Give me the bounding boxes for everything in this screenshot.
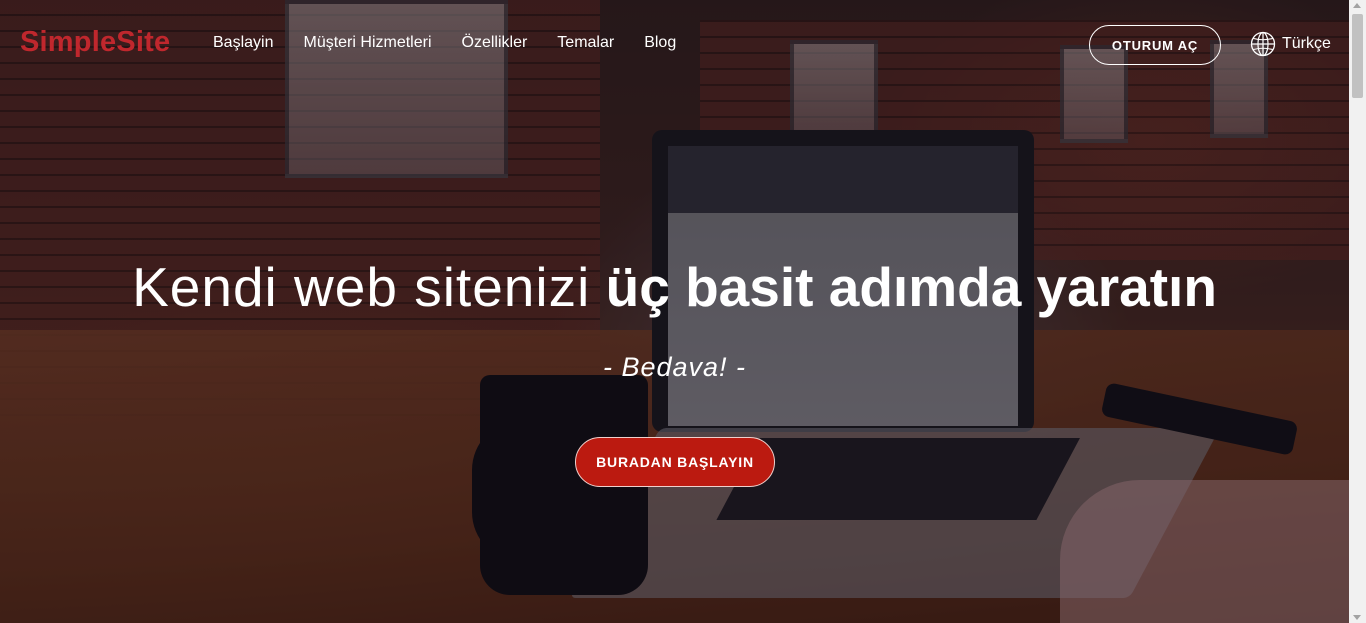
hero-headline-light: Kendi web sitenizi	[132, 256, 591, 318]
hero-section: SimpleSite Başlayin Müşteri Hizmetleri Ö…	[0, 0, 1349, 623]
scroll-up-icon[interactable]	[1353, 3, 1361, 8]
hero-headline-bold: üç basit adımda yaratın	[605, 256, 1217, 318]
hero-headline: Kendi web sitenizi üç basit adımda yarat…	[0, 252, 1349, 322]
globe-icon	[1250, 31, 1276, 57]
language-selector[interactable]: Türkçe	[1250, 31, 1331, 57]
logo[interactable]: SimpleSite	[20, 26, 170, 59]
scroll-thumb[interactable]	[1352, 14, 1363, 98]
page-scrollbar[interactable]	[1349, 0, 1366, 623]
main-nav: Başlayin Müşteri Hizmetleri Özellikler T…	[213, 34, 676, 52]
start-here-button[interactable]: BURADAN BAŞLAYIN	[575, 437, 775, 487]
language-label: Türkçe	[1282, 35, 1331, 52]
login-button[interactable]: OTURUM AÇ	[1089, 25, 1221, 65]
nav-item-themes[interactable]: Temalar	[557, 34, 614, 52]
hero-subline: - Bedava! -	[602, 352, 747, 382]
nav-item-features[interactable]: Özellikler	[462, 34, 528, 52]
nav-item-customer-service[interactable]: Müşteri Hizmetleri	[303, 34, 431, 52]
scroll-down-icon[interactable]	[1353, 615, 1361, 620]
nav-item-blog[interactable]: Blog	[644, 34, 676, 52]
nav-item-get-started[interactable]: Başlayin	[213, 34, 273, 52]
